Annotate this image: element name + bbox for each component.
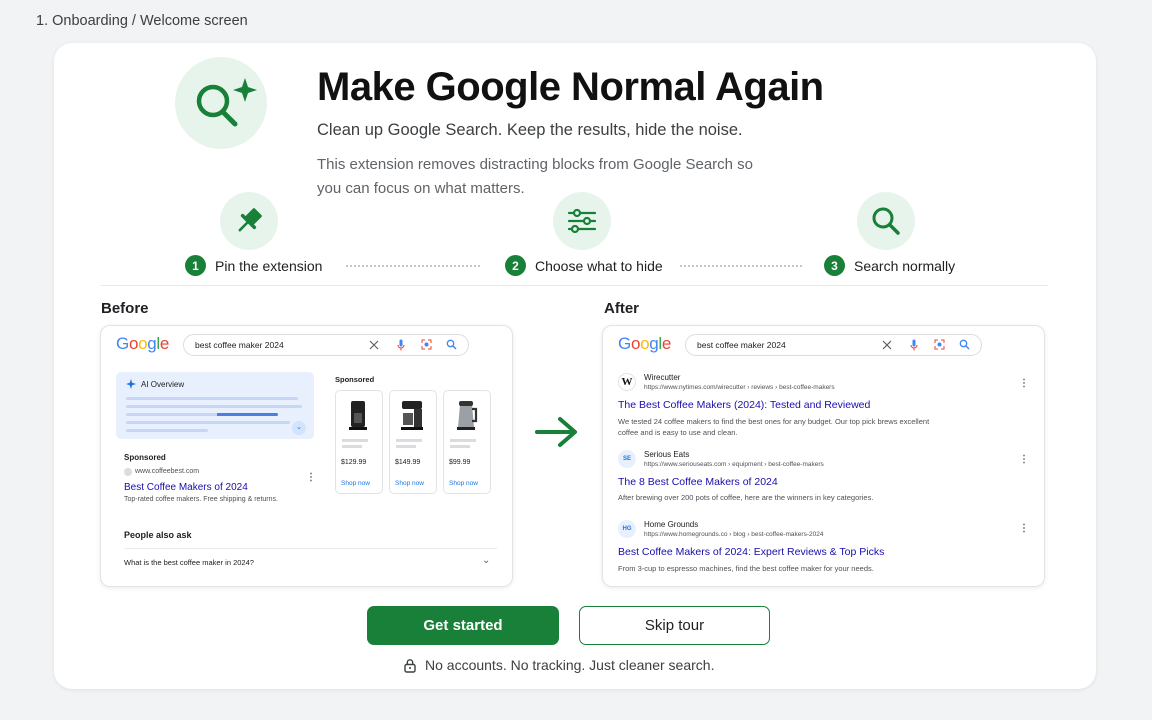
text-placeholder [342, 439, 368, 442]
text-placeholder [126, 397, 298, 400]
step-1: 1 Pin the extension [185, 255, 322, 276]
more-icon: ⋮ [1019, 523, 1029, 534]
lens-icon [934, 339, 945, 350]
clear-icon [369, 340, 379, 350]
step-2: 2 Choose what to hide [505, 255, 663, 276]
kettle-image [457, 401, 478, 430]
text-placeholder [126, 429, 208, 432]
search-query: best coffee maker 2024 [195, 340, 284, 350]
text-placeholder [396, 439, 422, 442]
text-placeholder [126, 413, 278, 416]
mic-icon [910, 339, 918, 351]
step-3: 3 Search normally [824, 255, 955, 276]
ad-sponsored-label: Sponsored [124, 453, 166, 462]
pin-icon [220, 192, 278, 250]
sliders-icon [553, 192, 611, 250]
text-placeholder [126, 421, 290, 424]
divider [100, 285, 1048, 286]
search-icon [857, 192, 915, 250]
product-price: $149.99 [395, 459, 421, 466]
text-placeholder [396, 445, 416, 448]
step-label: Choose what to hide [535, 257, 663, 274]
result-title[interactable]: The Best Coffee Makers (2024): Tested an… [618, 399, 870, 411]
result-url: https://www.nytimes.com/wirecutter › rev… [644, 384, 835, 391]
ad-url: www.coffeebest.com [135, 468, 200, 475]
ad-title: Best Coffee Makers of 2024 [124, 482, 248, 493]
result-snippet: We tested 24 coffee makers to find the b… [618, 417, 930, 437]
search-sparkle-icon [175, 57, 267, 149]
page-title: Make Google Normal Again [317, 65, 824, 109]
screen-label: 1. Onboarding / Welcome screen [36, 13, 248, 29]
result-site: Wirecutter [644, 373, 681, 382]
onboarding-card: Make Google Normal Again Clean up Google… [54, 43, 1096, 689]
skip-tour-button[interactable]: Skip tour [579, 606, 770, 645]
get-started-button[interactable]: Get started [367, 606, 559, 645]
more-icon: ⋮ [306, 472, 316, 483]
result-title[interactable]: Best Coffee Makers of 2024: Expert Revie… [618, 546, 884, 558]
favicon-homegrounds: HG [618, 520, 636, 538]
clear-icon [882, 340, 892, 350]
search-icon [959, 339, 970, 350]
more-icon: ⋮ [1019, 454, 1029, 465]
step-number: 2 [505, 255, 526, 276]
ai-overview-label: AI Overview [141, 380, 185, 389]
products-sponsored-label: Sponsored [335, 375, 375, 384]
page-subtitle: Clean up Google Search. Keep the results… [317, 121, 743, 139]
product-price: $129.99 [341, 459, 367, 466]
privacy-text: No accounts. No tracking. Just cleaner s… [425, 657, 715, 673]
result-url: https://www.seriouseats.com › equipment … [644, 461, 824, 468]
chevron-down-icon: ⌄ [292, 421, 306, 435]
divider [124, 548, 497, 549]
favicon-seriouseats: SE [618, 450, 636, 468]
sparkle-icon [126, 379, 136, 389]
result-site: Home Grounds [644, 520, 699, 529]
result-snippet: After brewing over 200 pots of coffee, h… [618, 493, 874, 502]
result-title[interactable]: The 8 Best Coffee Makers of 2024 [618, 476, 778, 488]
privacy-note: No accounts. No tracking. Just cleaner s… [403, 657, 714, 673]
shop-now-link: Shop now [449, 480, 478, 487]
step-connector [346, 265, 480, 267]
favicon-wirecutter: W [618, 373, 636, 391]
after-label: After [604, 300, 640, 317]
text-placeholder [450, 439, 476, 442]
ad-snippet: Top-rated coffee makers. Free shipping &… [124, 496, 278, 503]
coffee-maker-image [349, 401, 367, 430]
result-snippet: From 3-cup to espresso machines, find th… [618, 564, 874, 573]
product-price: $99.99 [449, 459, 471, 466]
before-label: Before [101, 300, 149, 317]
step-label: Search normally [854, 257, 956, 274]
before-preview: Google best coffee maker 2024 AI Overvie… [100, 325, 513, 587]
mic-icon [397, 339, 405, 351]
step-connector [680, 265, 802, 267]
lens-icon [421, 339, 432, 350]
page-description: This extension removes distracting block… [317, 156, 754, 197]
after-preview: Google best coffee maker 2024 W Wirecutt… [602, 325, 1045, 587]
result-url: https://www.homegrounds.co › blog › best… [644, 531, 824, 538]
shop-now-link: Shop now [395, 480, 424, 487]
step-label: Pin the extension [215, 257, 323, 274]
coffee-maker-image [401, 401, 423, 430]
text-placeholder [126, 405, 302, 408]
favicon [124, 468, 132, 476]
google-logo: Google [618, 334, 672, 353]
chevron-down-icon: ⌄ [482, 555, 491, 566]
result-site: Serious Eats [644, 450, 690, 459]
paa-title: People also ask [124, 530, 192, 540]
lock-icon [404, 658, 416, 673]
text-placeholder [342, 445, 362, 448]
search-query: best coffee maker 2024 [697, 340, 786, 350]
paa-question: What is the best coffee maker in 2024? [124, 558, 254, 567]
more-icon: ⋮ [1019, 378, 1029, 389]
google-logo: Google [116, 334, 170, 353]
arrow-right-icon [535, 417, 577, 447]
search-icon [446, 339, 457, 350]
step-number: 1 [185, 255, 206, 276]
shop-now-link: Shop now [341, 480, 370, 487]
step-number: 3 [824, 255, 845, 276]
text-placeholder [450, 445, 470, 448]
